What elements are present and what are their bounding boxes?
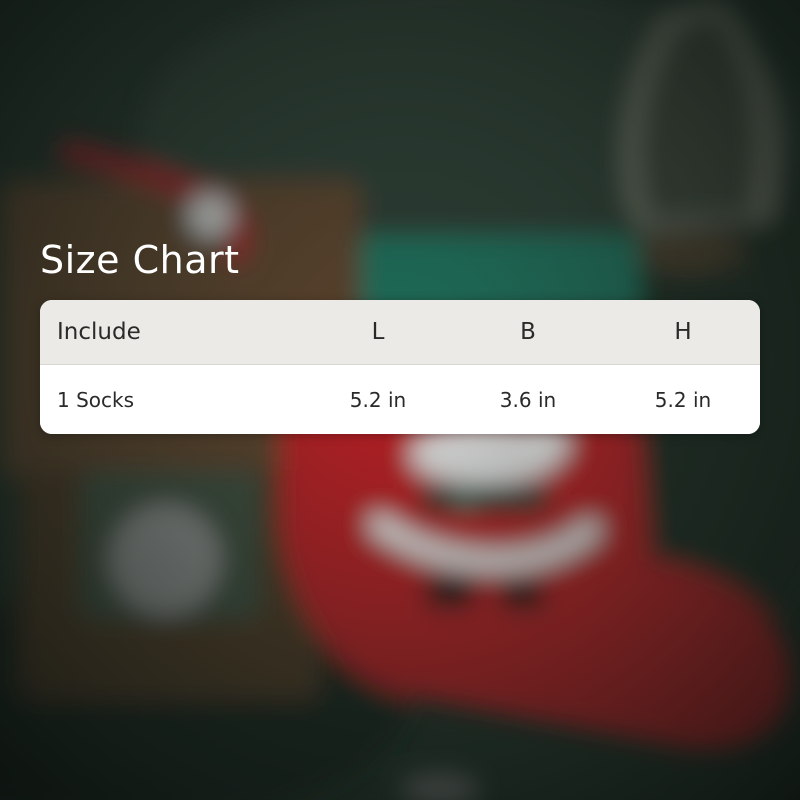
cell-breadth: 3.6 in	[499, 387, 557, 412]
header-length: L	[371, 319, 385, 345]
size-table: Include L B H 1 Socks 5.2 in 3.6 in 5.2 …	[40, 300, 760, 434]
table-row: 1 Socks 5.2 in 3.6 in 5.2 in	[40, 365, 760, 434]
table-header-row: Include L B H	[40, 300, 760, 365]
cell-include: 1 Socks	[57, 387, 135, 412]
cell-length: 5.2 in	[349, 387, 407, 412]
header-height: H	[674, 319, 692, 345]
cell-height: 5.2 in	[654, 387, 712, 412]
header-breadth: B	[520, 319, 536, 345]
size-chart-title: Size Chart	[40, 238, 240, 282]
header-include: Include	[57, 319, 141, 345]
